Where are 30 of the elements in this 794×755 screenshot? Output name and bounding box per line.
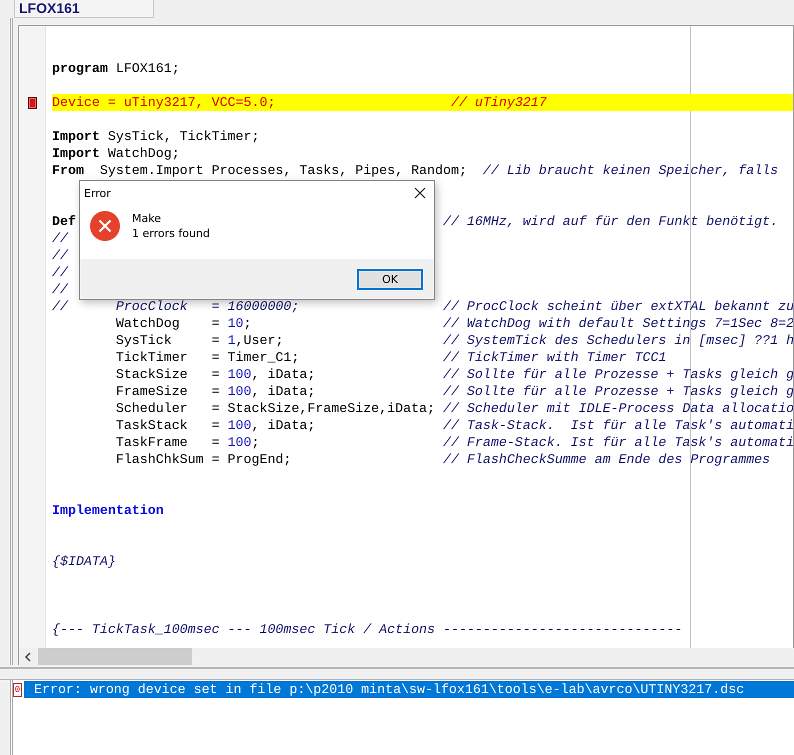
dialog-message: 1 errors found [132, 227, 210, 240]
scrollbar-thumb[interactable] [38, 648, 192, 665]
error-icon [90, 211, 120, 241]
code-line: SysTick = 1,User; // SystemTick des Schedulers in [msec] ??1 h [114, 332, 793, 349]
code-line: TaskStack = 100, iData; // Task-Stack. Ist für alle Task's automati [114, 417, 793, 434]
dialog-title: Error [84, 186, 111, 200]
code-line: Scheduler = StackSize,FrameSize,iData; // Scheduler mit IDLE-Process Data allocatio [114, 400, 793, 417]
code-line: // [52, 231, 68, 246]
code-line: // [52, 248, 68, 263]
message-marker: 0 [13, 682, 22, 696]
code-line: {$IDATA} [52, 553, 117, 570]
code-line: program LFOX161; [52, 60, 181, 77]
code-line: FlashChkSum = ProgEnd; // FlashCheckSumme am Ende des Programmes [114, 451, 770, 468]
code-line: Import SysTick, TickTimer; [52, 128, 260, 145]
dialog-caption: Make [132, 212, 162, 225]
code-line: TickTimer = Timer_C1; // TickTimer with Timer TCC1 [114, 349, 666, 366]
scroll-left-icon[interactable] [24, 652, 32, 662]
code-comment: // 16MHz, wird auf für den Funkt benötigt. [442, 213, 778, 230]
close-icon[interactable] [414, 187, 426, 199]
output-message[interactable]: Error: wrong device set in file p:\p2010 minta\sw-lfox161\tools\e-lab\avrco\UTINY3217.dsc [24, 681, 794, 698]
file-tab[interactable]: LFOX161 [14, 0, 154, 18]
code-line: // [52, 282, 68, 297]
code-line: Implementation [52, 502, 165, 519]
code-line: // [52, 265, 68, 280]
code-line: {--- TickTask_100msec --- 100msec Tick / Actions ------------------------------ [52, 621, 682, 638]
code-line: Def [52, 214, 76, 229]
code-line: From System.Import Processes, Tasks, Pipes, Random; // Lib braucht keinen Speicher, falls [52, 162, 778, 179]
code-line: TaskFrame = 100; // Frame-Stack. Ist für alle Task's automati [114, 434, 793, 451]
code-line: Import WatchDog; [52, 145, 181, 162]
ok-button[interactable]: OK [357, 268, 423, 290]
